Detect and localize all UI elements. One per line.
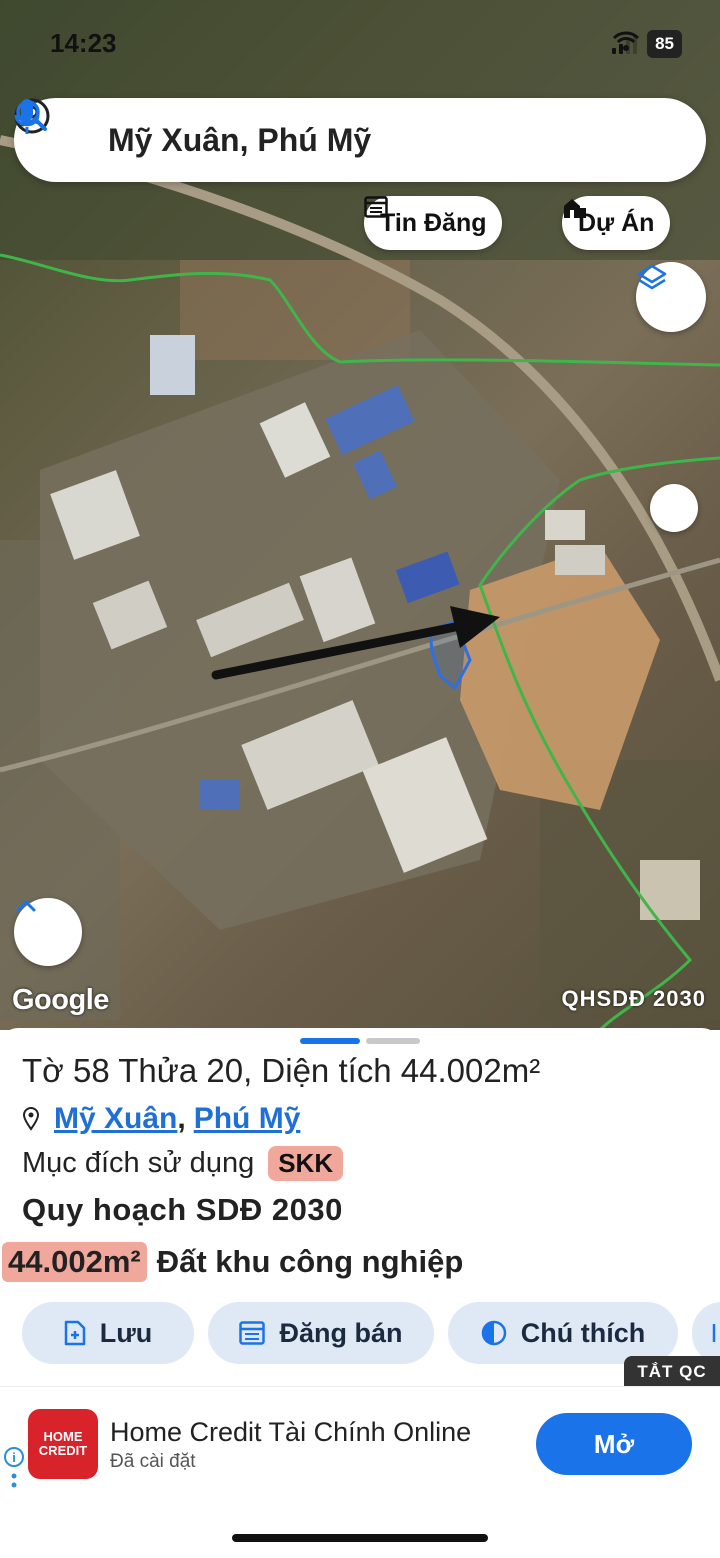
post-for-sale-label: Đăng bán [279, 1317, 403, 1348]
plan-land-type: Đất khu công nghiệp [156, 1244, 464, 1279]
save-button-label: Lưu [99, 1317, 153, 1348]
listings-chip-label: Tin Đăng [380, 208, 487, 237]
ward-link[interactable]: Mỹ Xuân [54, 1102, 177, 1136]
land-use-purpose: Mục đích sử dụng SKK [22, 1146, 344, 1181]
calendar-list-icon [239, 1321, 266, 1345]
map-side-handle[interactable] [650, 484, 698, 532]
sheet-page-indicator-active[interactable] [300, 1038, 360, 1044]
partial-icon [712, 1324, 716, 1342]
parcel-title: Tờ 58 Thửa 20, Diện tích 44.002m² [22, 1052, 541, 1089]
battery-indicator: 85 [647, 30, 682, 58]
ad-banner[interactable]: i HOME CREDIT Home Credit Tài Chính Onli… [0, 1386, 720, 1498]
post-for-sale-button[interactable]: Đăng bán [208, 1302, 434, 1364]
home-credit-logo: HOME CREDIT [28, 1409, 98, 1479]
layers-icon [637, 264, 667, 290]
expand-sheet-button[interactable] [14, 898, 82, 966]
status-time: 14:23 [50, 28, 117, 58]
projects-chip-label: Dự Án [578, 208, 655, 237]
calendar-list-icon [364, 196, 388, 218]
purpose-code-badge: SKK [268, 1146, 344, 1181]
parcel-location: Mỹ Xuân , Phú Mỹ [22, 1102, 300, 1136]
google-attribution: Google [12, 984, 109, 1016]
more-action-button[interactable] [692, 1302, 720, 1364]
add-document-icon [64, 1320, 85, 1346]
location-separator: , [177, 1102, 186, 1135]
district-link[interactable]: Phú Mỹ [194, 1102, 301, 1136]
logo-line-1: HOME [43, 1428, 83, 1444]
ad-more-options-icon[interactable] [11, 1473, 17, 1489]
sheet-page-indicator[interactable] [366, 1038, 420, 1044]
buildings-icon [564, 199, 586, 218]
plan-area-badge: 44.002m² [2, 1242, 147, 1282]
search-bar[interactable]: Mỹ Xuân, Phú Mỹ [14, 98, 706, 182]
wifi-icon [613, 31, 640, 51]
plan-overlay-label: QHSDĐ 2030 [561, 986, 706, 1011]
ad-app-status: Đã cài đặt [110, 1451, 196, 1472]
logo-line-2: CREDIT [38, 1443, 88, 1458]
search-location-title[interactable]: Mỹ Xuân, Phú Mỹ [108, 122, 580, 159]
purpose-label: Mục đích sử dụng [22, 1147, 255, 1179]
save-button[interactable]: Lưu [22, 1302, 194, 1364]
map-layers-button[interactable] [636, 262, 706, 332]
hide-ads-button[interactable]: TẮT QC [624, 1356, 720, 1388]
legend-button[interactable]: Chú thích [448, 1302, 678, 1364]
contrast-icon [481, 1320, 506, 1346]
legend-button-label: Chú thích [520, 1317, 646, 1348]
ad-open-button[interactable]: Mở [536, 1413, 692, 1475]
projects-chip[interactable]: Dự Án [562, 196, 671, 250]
microphone-icon[interactable] [14, 99, 682, 160]
location-pin-icon [22, 1107, 40, 1131]
plan-title: Quy hoạch SDĐ 2030 [22, 1192, 343, 1227]
parcel-info-sheet: Tờ 58 Thửa 20, Diện tích 44.002m² Mỹ Xuâ… [0, 1028, 720, 1388]
ad-app-name[interactable]: Home Credit Tài Chính Online [110, 1417, 471, 1448]
search-icon[interactable] [16, 100, 620, 160]
plan-land-row: 44.002m² Đất khu công nghiệp [2, 1242, 463, 1282]
home-indicator[interactable] [232, 1534, 488, 1542]
satellite-map[interactable]: 14:23 85 Mỹ Xuân, Phú Mỹ Tin Đăng Dự Án … [0, 0, 720, 1030]
status-icons: 85 [612, 30, 682, 58]
listings-chip[interactable]: Tin Đăng [364, 196, 503, 250]
chevron-up-icon [16, 900, 36, 912]
ad-info-icon[interactable]: i [4, 1447, 24, 1467]
